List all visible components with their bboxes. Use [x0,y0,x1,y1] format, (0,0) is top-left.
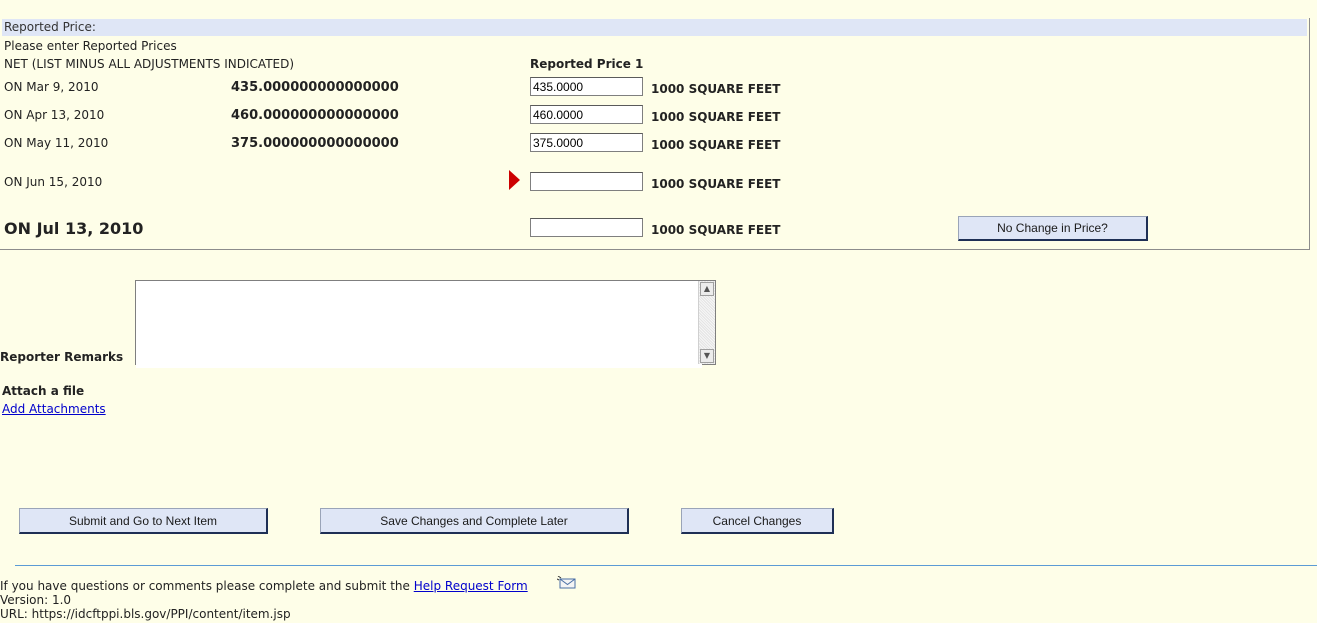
add-attachments-link[interactable]: Add Attachments [2,402,106,416]
no-change-in-price-button[interactable]: No Change in Price? [958,216,1148,241]
scroll-down-arrow-icon[interactable]: ▼ [700,349,714,363]
reported-price-input[interactable] [530,77,643,96]
help-request-line: If you have questions or comments please… [0,579,528,593]
save-complete-later-button[interactable]: Save Changes and Complete Later [320,508,629,534]
submit-next-item-button[interactable]: Submit and Go to Next Item [19,508,268,534]
instruction-text: Please enter Reported Prices [4,39,177,53]
unit-label: 1000 SQUARE FEET [651,110,781,124]
current-period-date: ON Jul 13, 2010 [4,219,144,238]
reporter-remarks-label: Reporter Remarks [0,350,124,364]
row-date: ON Mar 9, 2010 [4,80,99,94]
reported-price-input[interactable] [530,105,643,124]
version-text: Version: 1.0 [0,593,72,607]
cancel-changes-button[interactable]: Cancel Changes [681,508,834,534]
prior-price-value: 375.000000000000000 [231,136,399,151]
unit-label: 1000 SQUARE FEET [651,177,781,191]
row-date: ON Jun 15, 2010 [4,175,103,189]
envelope-icon[interactable] [557,576,577,589]
prior-price-value: 435.000000000000000 [231,80,399,95]
footer-divider [15,565,1317,566]
reporter-remarks-textarea[interactable] [136,281,702,368]
attach-file-heading: Attach a file [2,384,85,398]
reported-price-input[interactable] [530,133,643,152]
row-date: ON May 11, 2010 [4,136,109,150]
scroll-up-arrow-icon[interactable]: ▲ [700,282,714,296]
help-request-text: If you have questions or comments please… [0,579,410,593]
unit-label: 1000 SQUARE FEET [651,82,781,96]
help-request-form-link[interactable]: Help Request Form [414,579,528,593]
column-header-reported-price: Reported Price 1 [530,57,644,71]
prior-price-value: 460.000000000000000 [231,108,399,123]
remarks-scrollbar[interactable]: ▲ ▼ [698,281,715,364]
row-date: ON Apr 13, 2010 [4,108,105,122]
reporter-remarks-box: ▲ ▼ [135,280,716,368]
page-url-text: URL: https://idcftppi.bls.gov/PPI/conten… [0,607,291,621]
unit-label: 1000 SQUARE FEET [651,138,781,152]
panel-header: Reported Price: [2,19,1307,36]
unit-label: 1000 SQUARE FEET [651,223,781,237]
current-row-arrow-icon [509,170,520,190]
price-basis-text: NET (LIST MINUS ALL ADJUSTMENTS INDICATE… [4,57,295,71]
reported-price-input[interactable] [530,218,643,237]
reported-price-input[interactable] [530,172,643,191]
